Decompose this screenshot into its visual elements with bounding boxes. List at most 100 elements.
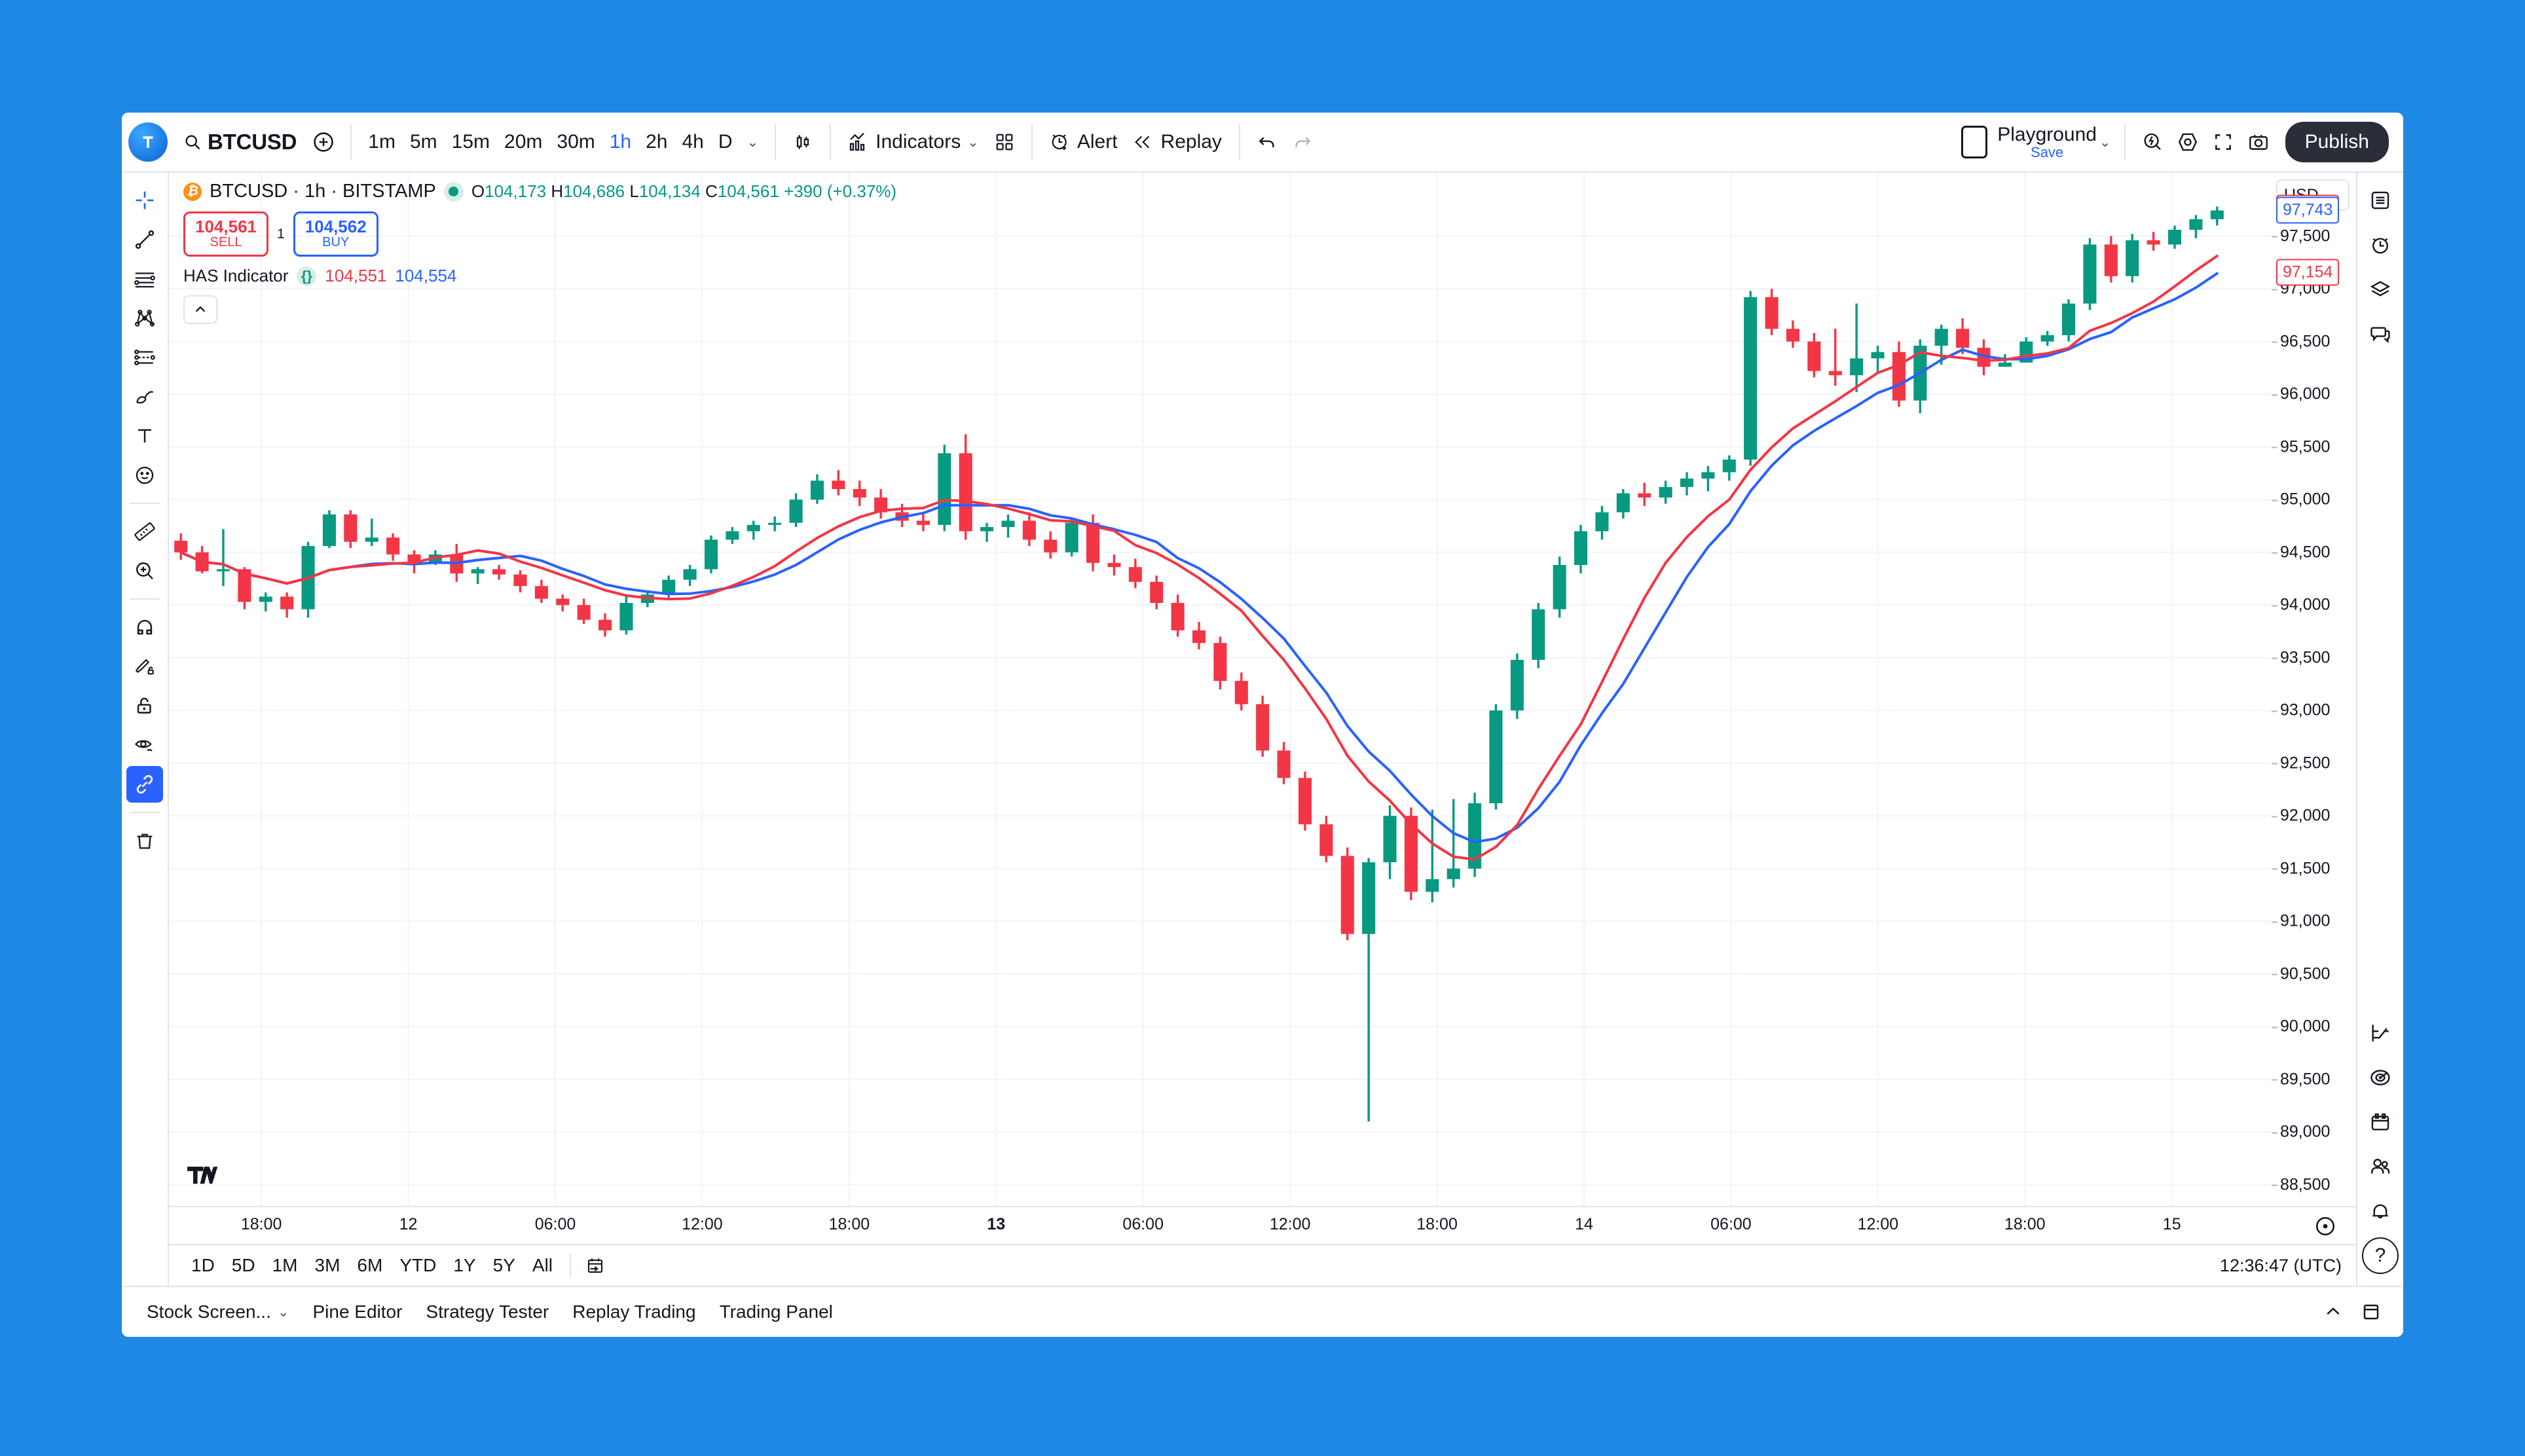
price-tick: 96,000: [2271, 384, 2331, 403]
tool-hide-drawings[interactable]: [126, 727, 163, 763]
symbol-title[interactable]: BTCUSD · 1h · BITSTAMP: [210, 181, 436, 202]
range-6M[interactable]: 6M: [349, 1251, 390, 1280]
chart-plot-area[interactable]: ₿ BTCUSD · 1h · BITSTAMP O104,173 H104,6…: [169, 173, 2271, 1206]
toolbar-divider-5: [1238, 124, 1240, 160]
chart-type-button[interactable]: [785, 124, 820, 160]
sell-button[interactable]: 104,561 SELL: [183, 211, 268, 257]
go-to-date-button[interactable]: [580, 1250, 610, 1281]
range-All[interactable]: All: [525, 1251, 561, 1280]
sidebar-notifications[interactable]: [2362, 1193, 2399, 1229]
indicator-name[interactable]: HAS Indicator: [183, 266, 288, 286]
indicator-source-code-icon[interactable]: {}: [297, 266, 317, 286]
tool-brush[interactable]: [126, 378, 163, 415]
tool-emoji[interactable]: [126, 457, 163, 494]
timeframe-more-chevron-down-icon[interactable]: ⌄: [740, 129, 766, 156]
buy-button[interactable]: 104,562 BUY: [293, 211, 378, 257]
sidebar-calendar[interactable]: [2362, 1104, 2399, 1140]
timeframe-D[interactable]: D: [711, 126, 740, 158]
alert-button[interactable]: Alert: [1042, 126, 1126, 158]
tool-stay-in-drawing-mode[interactable]: [126, 648, 163, 685]
range-3M[interactable]: 3M: [307, 1251, 348, 1280]
tool-text[interactable]: [126, 418, 163, 454]
toolbar-divider-3: [830, 124, 832, 160]
sidebar-help[interactable]: ?: [2362, 1237, 2399, 1274]
clock-utc-label[interactable]: 12:36:47 (UTC): [2220, 1256, 2342, 1276]
timeframe-2h[interactable]: 2h: [638, 126, 674, 158]
timeframe-5m[interactable]: 5m: [403, 126, 445, 158]
redo-icon: [1295, 137, 1311, 147]
timeframe-4h[interactable]: 4h: [675, 126, 711, 158]
tool-magnet[interactable]: [126, 609, 163, 646]
tab-trading-panel[interactable]: Trading Panel: [709, 1295, 843, 1329]
tab-pine-editor[interactable]: Pine Editor: [302, 1295, 413, 1329]
panel-maximize-button[interactable]: [2353, 1294, 2389, 1330]
tool-prediction[interactable]: [126, 339, 163, 376]
chart-settings-button[interactable]: [2170, 124, 2205, 160]
quick-search-button[interactable]: [2135, 124, 2170, 160]
tool-remove-drawings[interactable]: [126, 822, 163, 859]
timeframe-30m[interactable]: 30m: [549, 126, 602, 158]
tab-stock-screener[interactable]: Stock Screen... ⌄: [136, 1295, 299, 1329]
timeframe-1h[interactable]: 1h: [602, 126, 638, 158]
indicators-button[interactable]: Indicators ⌄: [840, 126, 987, 158]
sidebar-hotlist[interactable]: [2362, 1059, 2399, 1096]
layout-save-label: Save: [2031, 144, 2064, 161]
tradingview-logo-icon[interactable]: [128, 122, 168, 162]
tool-zoom-in[interactable]: [126, 553, 163, 589]
range-5Y[interactable]: 5Y: [485, 1251, 523, 1280]
timeframe-20m[interactable]: 20m: [497, 126, 549, 158]
public-chats-icon: [2371, 1159, 2390, 1174]
fullscreen-button[interactable]: [2205, 124, 2241, 160]
replay-button[interactable]: Replay: [1126, 126, 1230, 158]
range-YTD[interactable]: YTD: [392, 1251, 444, 1280]
range-1D[interactable]: 1D: [183, 1251, 223, 1280]
publish-button[interactable]: Publish: [2285, 122, 2389, 162]
tool-cross-cursor[interactable]: [126, 182, 163, 219]
layout-name-button[interactable]: Playground Save: [1992, 122, 2102, 163]
sidebar-public-chats[interactable]: [2362, 1148, 2399, 1185]
legend-collapse-button[interactable]: [183, 295, 217, 325]
layout-chevron-down-icon[interactable]: ⌄: [2099, 134, 2111, 151]
sidebar-ideas[interactable]: [2362, 1015, 2399, 1051]
add-symbol-button[interactable]: [306, 124, 341, 160]
time-scale[interactable]: 18:00 12 06:00 12:00 18:00 13 06:00 12:00 18:00 1…: [169, 1206, 2356, 1244]
time-tick: 12:00: [682, 1215, 723, 1233]
sidebar-alerts[interactable]: [2362, 227, 2399, 263]
price-tick: 95,000: [2271, 490, 2331, 509]
price-scale[interactable]: USD ⌄ 97,50097,00096,50096,00095,50095,0…: [2271, 173, 2356, 1206]
sidebar-data-window[interactable]: [2362, 271, 2399, 308]
tab-replay-trading[interactable]: Replay Trading: [562, 1295, 706, 1329]
eye-icon: [135, 740, 153, 752]
price-tick: 91,500: [2271, 859, 2331, 878]
indicators-label: Indicators: [875, 131, 961, 153]
tool-horizontal-lines[interactable]: [126, 261, 163, 297]
range-5D[interactable]: 5D: [224, 1251, 263, 1280]
tool-lock-drawings[interactable]: [126, 687, 163, 724]
drawing-toolbar-divider-3: [130, 812, 160, 813]
order-quantity[interactable]: 1: [275, 227, 287, 242]
tab-strategy-tester[interactable]: Strategy Tester: [415, 1295, 559, 1329]
time-tick: 12:00: [1857, 1215, 1899, 1233]
symbol-search-button[interactable]: BTCUSD: [177, 126, 306, 158]
tool-link[interactable]: [126, 766, 163, 803]
undo-button[interactable]: [1249, 124, 1285, 160]
snapshot-button[interactable]: [2241, 124, 2276, 160]
timezone-clock-icon[interactable]: [2314, 1215, 2336, 1237]
sidebar-chat[interactable]: [2362, 316, 2399, 352]
layout-button[interactable]: [1957, 124, 1992, 160]
range-1Y[interactable]: 1Y: [445, 1251, 483, 1280]
timeframe-1m[interactable]: 1m: [361, 126, 403, 158]
range-1M[interactable]: 1M: [265, 1251, 306, 1280]
tool-trend-line[interactable]: [126, 221, 163, 258]
tab-stock-screener-chevron-down-icon: ⌄: [277, 1304, 289, 1320]
indicator-templates-button[interactable]: [987, 124, 1022, 160]
tool-measure[interactable]: [126, 513, 163, 550]
tool-pattern[interactable]: [126, 300, 163, 337]
pattern-icon: [135, 310, 155, 327]
panel-collapse-button[interactable]: [2315, 1294, 2351, 1330]
calendar-icon: [2371, 1113, 2389, 1131]
redo-button[interactable]: [1285, 124, 1320, 160]
timeframe-15m[interactable]: 15m: [445, 126, 497, 158]
sidebar-watchlist[interactable]: [2362, 182, 2399, 219]
price-tick: 97,500: [2271, 227, 2331, 246]
